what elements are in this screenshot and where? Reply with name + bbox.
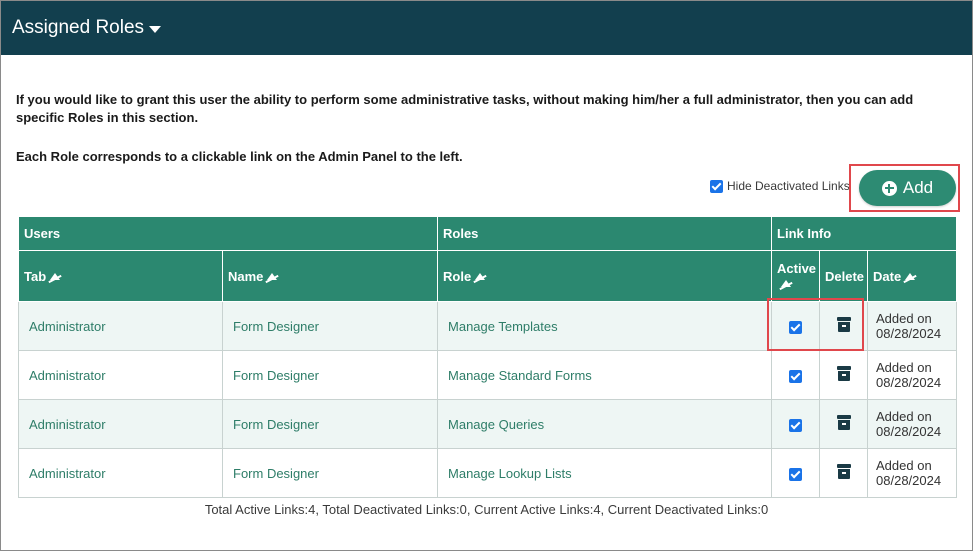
cell-tab[interactable]: Administrator (18, 350, 223, 400)
cell-date: Added on 08/28/2024 (867, 350, 958, 400)
column-header-delete: Delete (819, 250, 869, 302)
sort-icon[interactable] (50, 272, 61, 280)
links-summary: Total Active Links:4, Total Deactivated … (204, 502, 769, 517)
date-value: 08/28/2024 (876, 473, 942, 488)
panel-header: Assigned Roles (1, 1, 972, 55)
date-label: Added on (876, 409, 932, 424)
hide-deactivated-label: Hide Deactivated Links (727, 179, 850, 193)
cell-delete (819, 301, 869, 351)
archive-icon[interactable] (836, 366, 851, 381)
date-label: Added on (876, 311, 932, 326)
sort-icon[interactable] (267, 272, 278, 280)
cell-role[interactable]: Manage Standard Forms (437, 350, 773, 400)
description-note: Each Role corresponds to a clickable lin… (16, 149, 463, 164)
name-header-label: Name (228, 268, 264, 284)
date-label: Added on (876, 458, 932, 473)
column-header-role[interactable]: Role (437, 250, 773, 302)
group-header-roles: Roles (437, 216, 773, 251)
tab-header-label: Tab (24, 268, 47, 284)
active-checkbox[interactable] (789, 467, 803, 481)
cell-tab[interactable]: Administrator (18, 448, 223, 498)
sort-icon[interactable] (475, 272, 486, 280)
archive-icon[interactable] (836, 415, 851, 430)
table-row: Administrator Form Designer Manage Queri… (18, 399, 958, 449)
active-checkbox[interactable] (789, 418, 803, 432)
date-header-label: Date (873, 268, 902, 284)
caret-down-icon (149, 25, 162, 33)
date-value: 08/28/2024 (876, 375, 942, 390)
date-value: 08/28/2024 (876, 424, 942, 439)
sort-icon[interactable] (905, 272, 916, 280)
date-label: Added on (876, 360, 932, 375)
cell-role[interactable]: Manage Templates (437, 301, 773, 351)
archive-icon[interactable] (836, 464, 851, 479)
description-text: If you would like to grant this user the… (16, 92, 914, 125)
date-value: 08/28/2024 (876, 326, 942, 341)
cell-name[interactable]: Form Designer (221, 399, 439, 449)
cell-delete (819, 448, 869, 498)
active-header-label: Active (777, 261, 817, 276)
cell-name[interactable]: Form Designer (221, 350, 439, 400)
assigned-roles-toggle[interactable]: Assigned Roles (12, 17, 162, 39)
column-header-date[interactable]: Date (867, 250, 958, 302)
cell-active (771, 448, 821, 498)
cell-date: Added on 08/28/2024 (867, 448, 958, 498)
panel-title: Assigned Roles (12, 17, 145, 38)
hide-deactivated-links-toggle[interactable]: Hide Deactivated Links (710, 179, 850, 193)
role-header-label: Role (443, 268, 472, 284)
cell-date: Added on 08/28/2024 (867, 301, 958, 351)
table-row: Administrator Form Designer Manage Looku… (18, 448, 958, 498)
active-checkbox[interactable] (789, 369, 803, 383)
column-header-active[interactable]: Active (771, 250, 821, 302)
table-row: Administrator Form Designer Manage Templ… (18, 301, 958, 351)
cell-name[interactable]: Form Designer (221, 301, 439, 351)
hide-deactivated-checkbox[interactable] (710, 179, 723, 193)
group-header-link-info: Link Info (771, 216, 958, 251)
cell-active (771, 350, 821, 400)
archive-icon[interactable] (836, 317, 851, 332)
add-button-label: Add (902, 178, 934, 197)
cell-date: Added on 08/28/2024 (867, 399, 958, 449)
group-header-users: Users (17, 216, 439, 251)
column-header-name[interactable]: Name (221, 250, 439, 302)
cell-role[interactable]: Manage Lookup Lists (437, 448, 773, 498)
cell-delete (819, 399, 869, 449)
cell-name[interactable]: Form Designer (221, 448, 439, 498)
assigned-roles-table: Users Roles Link Info Tab Name Role Acti… (17, 216, 958, 498)
cell-active (771, 399, 821, 449)
column-header-tab[interactable]: Tab (18, 250, 223, 302)
sort-icon[interactable] (781, 280, 792, 287)
plus-circle-icon (881, 180, 897, 196)
cell-tab[interactable]: Administrator (18, 399, 223, 449)
cell-delete (819, 350, 869, 400)
add-role-button[interactable]: Add (859, 170, 956, 206)
cell-role[interactable]: Manage Queries (437, 399, 773, 449)
active-checkbox[interactable] (789, 320, 803, 334)
table-row: Administrator Form Designer Manage Stand… (18, 350, 958, 400)
cell-tab[interactable]: Administrator (18, 301, 223, 351)
cell-active (771, 301, 821, 351)
